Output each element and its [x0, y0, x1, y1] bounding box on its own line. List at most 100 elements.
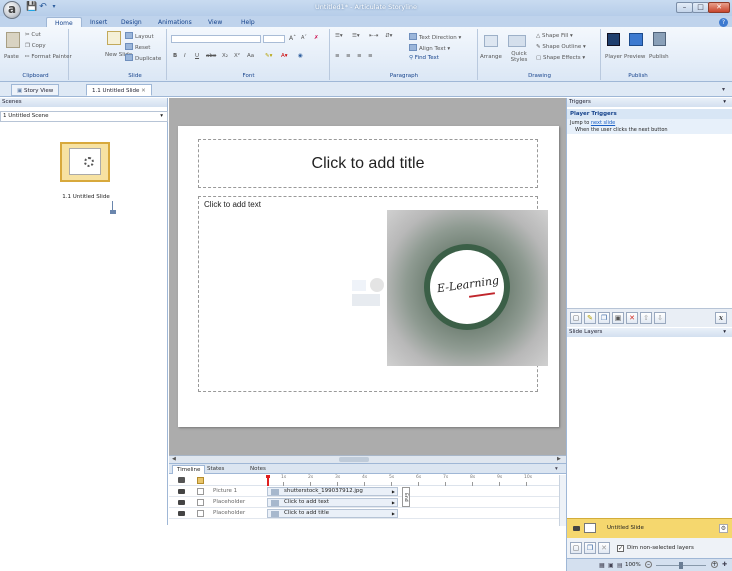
font-size-combo[interactable] — [263, 35, 285, 43]
shape-fill-button[interactable]: △ Shape Fill ▾ — [536, 33, 573, 39]
bullets-button[interactable]: ☰▾ — [335, 33, 343, 39]
view-width-icon[interactable]: ▤ — [617, 562, 623, 569]
layout-button[interactable]: Layout — [125, 32, 154, 40]
italic-button[interactable]: I — [184, 53, 186, 59]
change-case-button[interactable]: Aa — [247, 53, 254, 59]
row-lock-checkbox[interactable] — [197, 510, 204, 517]
clear-format-icon[interactable]: ✗ — [314, 35, 319, 41]
layer-properties-icon[interactable]: ⚙ — [719, 524, 728, 533]
end-marker[interactable]: End — [402, 487, 410, 507]
timeline-row[interactable]: Placeholder Click to add title ▶ — [169, 508, 559, 519]
view-normal-icon[interactable]: ▦ — [599, 562, 605, 569]
paste-trigger-button[interactable]: ▣ — [612, 312, 624, 324]
move-up-trigger-button[interactable]: ⇧ — [640, 312, 652, 324]
font-color-icon[interactable]: A▾ — [281, 53, 288, 59]
delete-layer-button[interactable]: ✕ — [598, 542, 610, 554]
move-down-trigger-button[interactable]: ⇩ — [654, 312, 666, 324]
delete-trigger-button[interactable]: ✕ — [626, 312, 638, 324]
horizontal-scrollbar[interactable]: ◀ ▶ — [169, 455, 566, 463]
row-eye-icon[interactable] — [178, 511, 185, 516]
new-layer-button[interactable]: ▢ — [570, 542, 582, 554]
shrink-font-button[interactable]: Aˇ — [301, 35, 307, 41]
indent-buttons[interactable]: ⇤⇥ — [369, 33, 378, 39]
align-left-button[interactable]: ≡ — [335, 53, 340, 59]
row-timeline-bar[interactable]: Click to add title ▶ — [267, 509, 398, 518]
preview-button[interactable]: Preview — [624, 54, 645, 60]
tab-story-view[interactable]: ▣ Story View — [11, 84, 60, 96]
scroll-right-icon[interactable]: ▶ — [557, 456, 561, 462]
copy-trigger-button[interactable]: ❐ — [598, 312, 610, 324]
scroll-left-icon[interactable]: ◀ — [172, 456, 176, 462]
tab-list-chevron-icon[interactable]: ▾ — [722, 86, 725, 93]
align-center-button[interactable]: ≡ — [346, 53, 351, 59]
align-text-button[interactable]: Align Text ▾ — [409, 44, 450, 52]
lock-icon[interactable] — [197, 477, 204, 484]
paste-button[interactable]: Paste — [4, 54, 19, 60]
bold-button[interactable]: B — [173, 53, 177, 59]
scene-selector[interactable]: 1 Untitled Scene ▾ — [0, 111, 168, 122]
row-timeline-bar[interactable]: shutterstock_199037912.jpg ▶ — [267, 487, 398, 496]
copy-button[interactable]: ❐ Copy — [25, 43, 46, 49]
numbering-button[interactable]: ☰▾ — [352, 33, 360, 39]
base-layer-row[interactable]: Untitled Slide ⚙ — [567, 518, 732, 538]
variables-button[interactable]: x — [715, 312, 727, 324]
elearning-photo[interactable]: E-Learning — [387, 210, 548, 366]
shape-effects-button[interactable]: ▢ Shape Effects ▾ — [536, 55, 585, 61]
new-trigger-button[interactable]: ▢ — [570, 312, 582, 324]
subscript-button[interactable]: X₂ — [222, 53, 228, 59]
close-tab-icon[interactable]: ✕ — [141, 88, 146, 94]
view-fit-icon[interactable]: ▣ — [608, 562, 614, 569]
layers-chevron-icon[interactable]: ▾ — [723, 328, 726, 337]
shape-outline-button[interactable]: ✎ Shape Outline ▾ — [536, 44, 586, 50]
publish-button[interactable]: Publish — [649, 54, 669, 60]
row-timeline-bar[interactable]: Click to add text ▶ — [267, 498, 398, 507]
tab-timeline[interactable]: Timeline — [172, 465, 206, 474]
tab-states[interactable]: States — [207, 466, 224, 472]
zoom-slider-thumb[interactable] — [679, 562, 683, 569]
edit-trigger-button[interactable]: ✎ — [584, 312, 596, 324]
eye-icon[interactable] — [178, 477, 185, 483]
scroll-thumb[interactable] — [339, 457, 369, 462]
timeline-collapse-chevron-icon[interactable]: ▾ — [555, 466, 558, 472]
highlight-icon[interactable]: ✎▾ — [265, 53, 272, 59]
quick-styles-button[interactable]: Quick Styles — [505, 51, 533, 63]
player-button[interactable]: Player — [605, 54, 622, 60]
zoom-in-button[interactable]: + — [711, 561, 718, 568]
trigger-item[interactable]: Jump to next slide When the user clicks … — [567, 119, 732, 134]
close-button[interactable]: ✕ — [708, 2, 730, 13]
timeline-row[interactable]: Placeholder Click to add text ▶ — [169, 497, 559, 508]
row-eye-icon[interactable] — [178, 500, 185, 505]
underline-button[interactable]: U — [195, 53, 199, 59]
align-right-button[interactable]: ≡ — [357, 53, 362, 59]
find-text-button[interactable]: ⚲ Find Text — [409, 55, 439, 61]
layer-eye-icon[interactable] — [573, 526, 580, 531]
reset-button[interactable]: Reset — [125, 43, 150, 51]
help-icon[interactable]: ? — [719, 18, 728, 27]
triggers-chevron-icon[interactable]: ▾ — [723, 98, 726, 107]
arrange-button[interactable]: Arrange — [480, 54, 502, 60]
row-lock-checkbox[interactable] — [197, 499, 204, 506]
font-family-combo[interactable] — [171, 35, 261, 43]
trigger-link[interactable]: next slide — [591, 120, 615, 126]
cut-button[interactable]: ✂ Cut — [25, 32, 41, 38]
slide-thumbnail[interactable] — [60, 142, 110, 182]
text-direction-button[interactable]: Text Direction ▾ — [409, 33, 461, 41]
tab-notes[interactable]: Notes — [250, 466, 266, 472]
tab-untitled-slide[interactable]: 1.1 Untitled Slide ✕ — [86, 84, 152, 96]
strikethrough-button[interactable]: abe — [206, 53, 216, 59]
maximize-button[interactable]: □ — [692, 2, 709, 13]
fill-bucket-icon[interactable]: ◉ — [298, 53, 303, 59]
duplicate-layer-button[interactable]: ❐ — [584, 542, 596, 554]
duplicate-button[interactable]: Duplicate — [125, 54, 161, 62]
timeline-vscrollbar[interactable] — [559, 475, 566, 526]
timeline-row[interactable]: Picture 1 shutterstock_199037912.jpg ▶ — [169, 486, 559, 497]
row-lock-checkbox[interactable] — [197, 488, 204, 495]
dim-layers-checkbox[interactable]: ✓ — [617, 545, 624, 552]
fit-window-icon[interactable]: ✚ — [722, 561, 727, 568]
line-spacing-button[interactable]: ⇵▾ — [385, 33, 392, 39]
justify-button[interactable]: ≡ — [368, 53, 373, 59]
superscript-button[interactable]: X² — [234, 53, 240, 59]
application-button[interactable]: a — [3, 1, 21, 19]
format-painter-button[interactable]: ✏ Format Painter — [25, 54, 72, 60]
title-placeholder[interactable]: Click to add title — [198, 139, 538, 188]
